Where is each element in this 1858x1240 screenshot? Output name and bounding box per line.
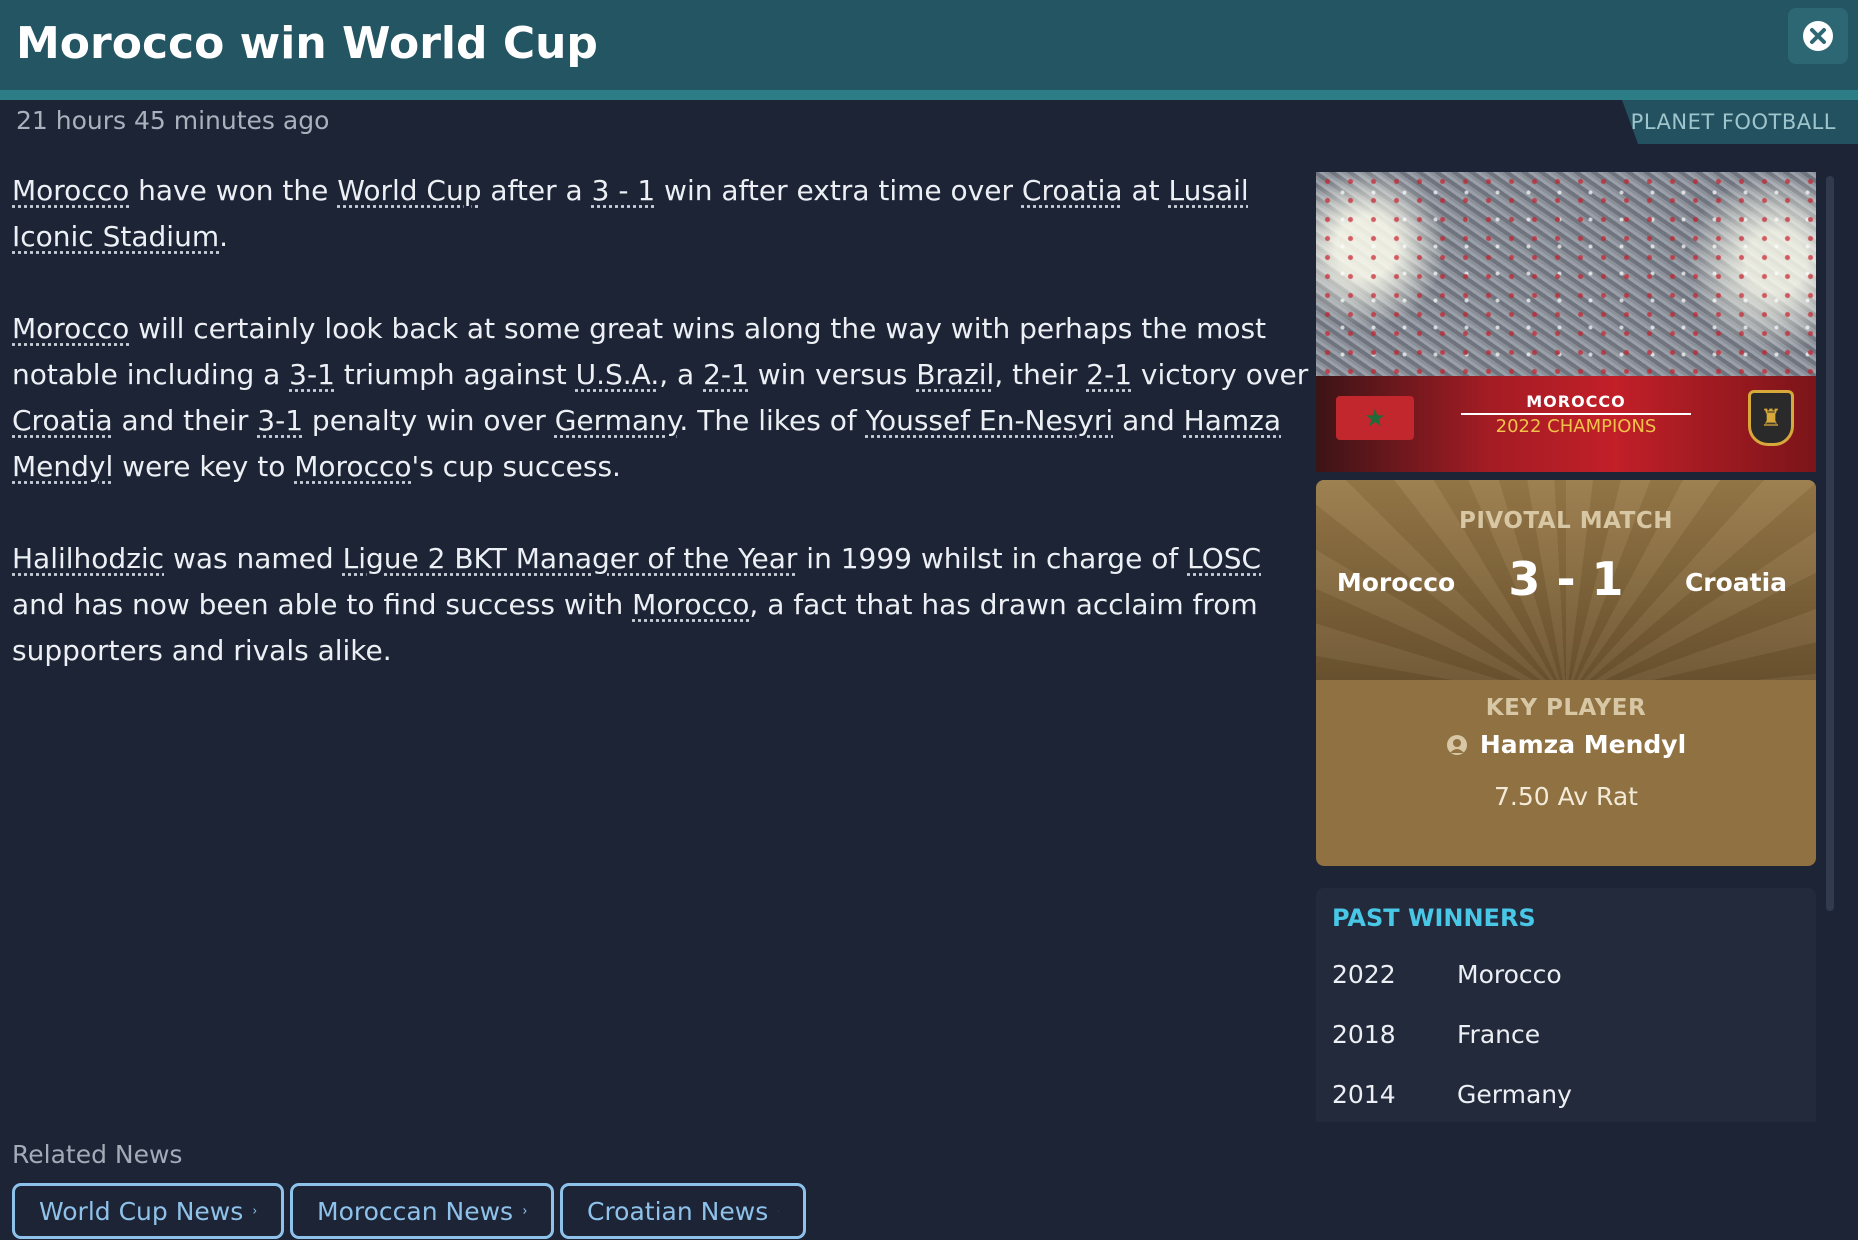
link-match-score[interactable]: 3-1 bbox=[257, 404, 303, 437]
moroccan-news-button[interactable]: Moroccan News bbox=[290, 1183, 554, 1239]
related-news-label: Related News bbox=[12, 1140, 183, 1169]
text: triumph against bbox=[334, 358, 576, 391]
close-icon bbox=[1803, 21, 1833, 51]
text: and has now been able to find success wi… bbox=[12, 588, 633, 621]
trophy-crest-icon: ♜ bbox=[1748, 390, 1794, 446]
link-croatia[interactable]: Croatia bbox=[1022, 174, 1123, 207]
text: . bbox=[219, 220, 228, 253]
link-brazil[interactable]: Brazil bbox=[916, 358, 994, 391]
morocco-flag-icon: ★ bbox=[1336, 396, 1414, 440]
link-match-score[interactable]: 2-1 bbox=[703, 358, 749, 391]
winner-year: 2018 bbox=[1332, 1020, 1396, 1049]
pivotal-match-card[interactable]: PIVOTAL MATCH Morocco 3 - 1 Croatia KEY … bbox=[1316, 480, 1816, 866]
article-body: Morocco have won the World Cup after a 3… bbox=[12, 168, 1312, 720]
winner-year: 2014 bbox=[1332, 1080, 1396, 1109]
button-label: World Cup News bbox=[39, 1196, 244, 1226]
button-label: Croatian News bbox=[587, 1196, 769, 1226]
key-player-rating: 7.50 Av Rat bbox=[1494, 782, 1638, 811]
banner-caption: 2022 CHAMPIONS bbox=[1495, 416, 1657, 437]
winner-team[interactable]: Germany bbox=[1457, 1080, 1572, 1109]
link-morocco[interactable]: Morocco bbox=[12, 312, 129, 345]
text: , their bbox=[994, 358, 1087, 391]
link-match-score[interactable]: 3-1 bbox=[289, 358, 335, 391]
text: were key to bbox=[113, 450, 295, 483]
timestamp: 21 hours 45 minutes ago bbox=[16, 106, 330, 135]
button-label: Moroccan News bbox=[317, 1196, 514, 1226]
text: in 1999 whilst in charge of bbox=[797, 542, 1188, 575]
link-manager-halilhodzic[interactable]: Halilhodzic bbox=[12, 542, 164, 575]
match-panel: PIVOTAL MATCH Morocco 3 - 1 Croatia bbox=[1316, 480, 1816, 680]
link-match-score[interactable]: 3 - 1 bbox=[592, 174, 656, 207]
text: after a bbox=[481, 174, 592, 207]
winner-team[interactable]: France bbox=[1457, 1020, 1540, 1049]
text: and their bbox=[112, 404, 258, 437]
croatian-news-button[interactable]: Croatian News bbox=[560, 1183, 806, 1239]
link-world-cup[interactable]: World Cup bbox=[337, 174, 481, 207]
chevron-right-icon bbox=[523, 1208, 527, 1214]
past-winners-title: PAST WINNERS bbox=[1332, 904, 1536, 932]
text: victory over bbox=[1132, 358, 1309, 391]
paragraph-1: Morocco have won the World Cup after a 3… bbox=[12, 168, 1312, 260]
winner-year: 2022 bbox=[1332, 960, 1396, 989]
text: , a bbox=[659, 358, 704, 391]
news-photo: ★ MOROCCO 2022 CHAMPIONS ♜ bbox=[1316, 172, 1816, 472]
text: 's cup success. bbox=[411, 450, 621, 483]
key-player-name: Hamza Mendyl bbox=[1479, 730, 1687, 759]
text: at bbox=[1122, 174, 1169, 207]
source-label: PLANET FOOTBALL bbox=[1630, 110, 1836, 134]
link-morocco[interactable]: Morocco bbox=[294, 450, 411, 483]
link-award[interactable]: Ligue 2 BKT Manager of the Year bbox=[343, 542, 798, 575]
link-match-score[interactable]: 2-1 bbox=[1086, 358, 1132, 391]
text: win versus bbox=[748, 358, 917, 391]
away-team[interactable]: Croatia bbox=[1636, 568, 1816, 597]
link-losc[interactable]: LOSC bbox=[1187, 542, 1261, 575]
key-player-label: KEY PLAYER bbox=[1485, 695, 1647, 721]
chevron-right-icon bbox=[253, 1208, 257, 1214]
link-germany[interactable]: Germany bbox=[555, 404, 680, 437]
chevron-right-icon bbox=[778, 1210, 779, 1212]
link-morocco[interactable]: Morocco bbox=[632, 588, 749, 621]
link-morocco[interactable]: Morocco bbox=[12, 174, 129, 207]
link-player-en-nesyri[interactable]: Youssef En-Nesyri bbox=[866, 404, 1114, 437]
related-news-buttons: World Cup News Moroccan News Croatian Ne… bbox=[12, 1183, 806, 1239]
link-usa[interactable]: U.S.A. bbox=[576, 358, 660, 391]
text: win after extra time over bbox=[655, 174, 1022, 207]
text: . The likes of bbox=[679, 404, 866, 437]
key-player[interactable]: Hamza Mendyl bbox=[1316, 730, 1816, 759]
text: was named bbox=[164, 542, 343, 575]
close-button[interactable] bbox=[1788, 8, 1848, 64]
paragraph-3: Halilhodzic was named Ligue 2 BKT Manage… bbox=[12, 536, 1312, 674]
winner-team[interactable]: Morocco bbox=[1457, 960, 1562, 989]
text: penalty win over bbox=[303, 404, 555, 437]
article-meta: 21 hours 45 minutes ago PLANET FOOTBALL bbox=[0, 100, 1858, 144]
text: have won the bbox=[129, 174, 338, 207]
link-croatia[interactable]: Croatia bbox=[12, 404, 113, 437]
scrollbar[interactable] bbox=[1826, 176, 1834, 911]
banner-team: MOROCCO bbox=[1461, 392, 1691, 415]
confetti-crowd bbox=[1316, 172, 1816, 377]
person-icon bbox=[1446, 735, 1467, 755]
page-title: Morocco win World Cup bbox=[16, 18, 598, 69]
paragraph-2: Morocco will certainly look back at some… bbox=[12, 306, 1312, 490]
source-tag: PLANET FOOTBALL bbox=[1622, 100, 1858, 144]
pivotal-match-label: PIVOTAL MATCH bbox=[1459, 508, 1673, 534]
past-winners-panel: PAST WINNERS 2022 Morocco 2018 France 20… bbox=[1316, 888, 1816, 1122]
world-cup-news-button[interactable]: World Cup News bbox=[12, 1183, 284, 1239]
article-header: Morocco win World Cup bbox=[0, 0, 1858, 100]
champions-banner: ★ MOROCCO 2022 CHAMPIONS ♜ bbox=[1316, 376, 1816, 472]
text: and bbox=[1113, 404, 1184, 437]
